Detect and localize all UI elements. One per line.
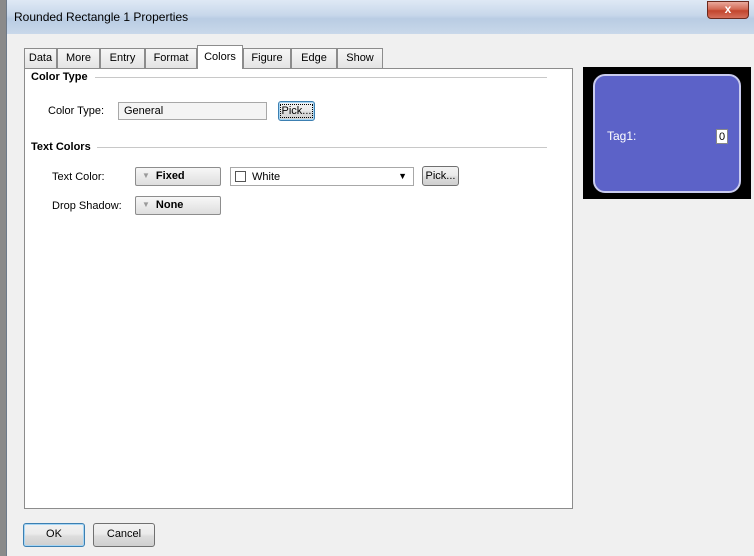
drop-shadow-label: Drop Shadow:	[52, 200, 122, 212]
tab-show[interactable]: Show	[337, 48, 383, 68]
colors-tab-panel: Color Type Color Type: General Pick... T…	[24, 68, 573, 509]
text-color-mode-dropdown[interactable]: ▼ Fixed	[135, 167, 221, 186]
tab-figure[interactable]: Figure	[243, 48, 291, 68]
pick-label: Pick...	[279, 104, 314, 118]
tab-edge[interactable]: Edge	[291, 48, 337, 68]
dropdown-value: None	[155, 199, 184, 211]
section-divider	[95, 147, 547, 148]
section-divider	[95, 77, 547, 78]
tab-label: Format	[153, 52, 189, 64]
window-title: Rounded Rectangle 1 Properties	[14, 10, 189, 24]
tab-entry[interactable]: Entry	[100, 48, 145, 68]
color-swatch	[235, 171, 246, 182]
rounded-rectangle-preview: Tag1: 0	[593, 74, 741, 193]
properties-dialog: Rounded Rectangle 1 Properties x Data Mo…	[6, 0, 754, 556]
tab-label: Show	[346, 52, 374, 64]
text-color-value: White	[252, 171, 281, 183]
text-color-combo[interactable]: White ▼	[230, 167, 414, 186]
color-type-label: Color Type:	[48, 105, 105, 117]
pick-label: Pick...	[425, 170, 456, 182]
tab-format[interactable]: Format	[145, 48, 197, 68]
ok-label: OK	[46, 528, 62, 540]
preview-tag-value: 0	[716, 129, 728, 144]
close-icon: x	[724, 2, 732, 16]
tab-label: Figure	[251, 52, 283, 64]
text-colors-section-title: Text Colors	[31, 141, 97, 153]
chevron-down-icon: ▼	[142, 171, 150, 180]
preview-tag-label: Tag1:	[607, 129, 637, 143]
text-color-pick-button[interactable]: Pick...	[422, 166, 459, 186]
title-bar[interactable]: Rounded Rectangle 1 Properties x	[7, 0, 754, 35]
color-type-field[interactable]: General	[118, 102, 267, 120]
color-type-pick-button[interactable]: Pick...	[278, 101, 315, 121]
tab-label: Colors	[204, 51, 236, 63]
ok-button[interactable]: OK	[23, 523, 85, 547]
dropdown-value: Fixed	[155, 170, 185, 182]
tab-label: Edge	[301, 52, 327, 64]
tab-label: Data	[28, 52, 53, 64]
color-type-section-title: Color Type	[31, 71, 94, 83]
tab-label: More	[65, 52, 92, 64]
dialog-body: Data More Entry Format Colors Figure Edg…	[7, 34, 754, 556]
drop-shadow-mode-dropdown[interactable]: ▼ None	[135, 196, 221, 215]
tab-data[interactable]: Data	[24, 48, 57, 68]
tab-colors[interactable]: Colors	[197, 45, 243, 69]
close-button[interactable]: x	[707, 1, 749, 19]
tab-label: Entry	[109, 52, 136, 64]
chevron-down-icon: ▼	[142, 200, 150, 209]
cancel-button[interactable]: Cancel	[93, 523, 155, 547]
preview-pane: Tag1: 0	[583, 67, 751, 199]
text-color-label: Text Color:	[52, 171, 105, 183]
dropdown-arrow-icon[interactable]: ▼	[398, 171, 407, 181]
cancel-label: Cancel	[106, 528, 142, 540]
tab-more[interactable]: More	[57, 48, 100, 68]
